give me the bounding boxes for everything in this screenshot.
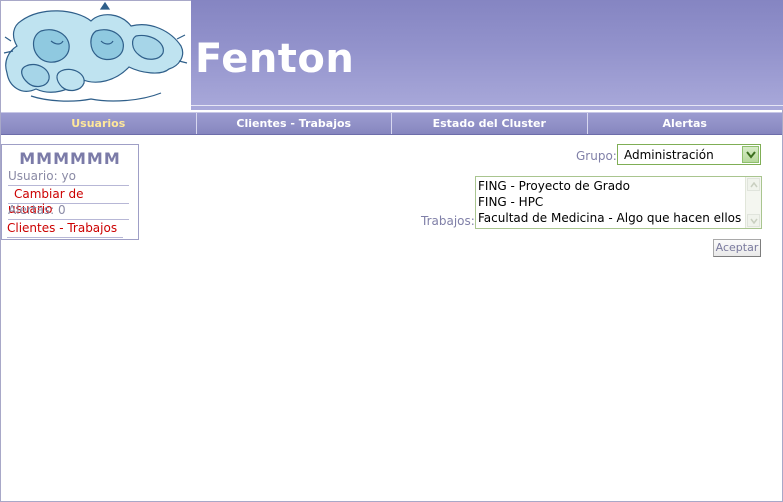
user-label: Usuario: yo [8,169,129,186]
accept-button[interactable]: Aceptar [713,239,761,257]
scroll-down-icon[interactable] [747,214,760,227]
logo-image [1,1,190,110]
nav-tab-alertas[interactable]: Alertas [588,113,783,134]
group-label: Grupo: [576,149,617,163]
nav-tab-clientes-trabajos[interactable]: Clientes - Trabajos [197,113,392,134]
alerts-count: Alertas: 0 [8,203,129,220]
main-nav: Usuarios Clientes - Trabajos Estado del … [1,112,782,135]
clients-jobs-link[interactable]: Clientes - Trabajos [7,221,123,238]
change-user-link[interactable]: Cambiar de usuario [8,187,129,216]
jobs-label: Trabajos: [421,214,475,228]
header-divider [191,105,783,106]
group-select[interactable]: Administración [617,144,761,165]
jobs-option[interactable]: FING - Proyecto de Grado [478,179,630,193]
app-title: Fenton [195,36,355,82]
header-banner: Fenton [191,0,783,110]
nav-tab-estado-cluster[interactable]: Estado del Cluster [392,113,588,134]
group-select-value: Administración [624,148,714,162]
jobs-option[interactable]: Facultad de Medicina - Algo que hacen el… [478,211,741,225]
chevron-down-icon[interactable] [742,146,759,163]
user-panel: MMMMMM Usuario: yo Cambiar de usuario Al… [1,144,139,240]
user-name: MMMMMM [19,149,121,168]
nav-tab-usuarios[interactable]: Usuarios [1,113,197,134]
jobs-scrollbar[interactable] [745,177,761,228]
scroll-up-icon[interactable] [747,178,760,191]
jobs-listbox[interactable]: FING - Proyecto de Grado FING - HPC Facu… [475,176,762,229]
jobs-option[interactable]: FING - HPC [478,195,543,209]
